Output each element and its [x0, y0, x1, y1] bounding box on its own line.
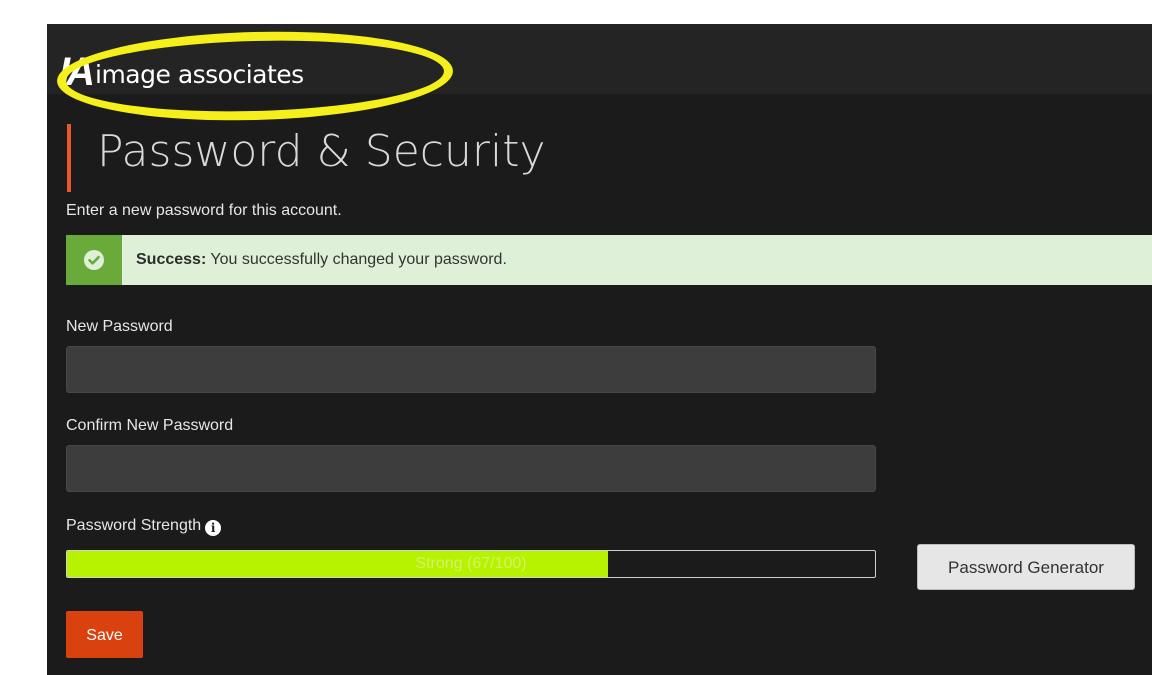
logo-text: image associates [95, 60, 304, 89]
alert-body: You successfully changed your password. [206, 251, 507, 268]
title-accent-bar [67, 124, 71, 192]
company-logo[interactable]: IA image associates [59, 50, 304, 94]
password-strength-meter: Strong (67/100) [66, 550, 876, 578]
save-button[interactable]: Save [66, 611, 143, 658]
new-password-label: New Password [66, 318, 173, 335]
confirm-password-label: Confirm New Password [66, 417, 234, 434]
page-intro-text: Enter a new password for this account. [66, 202, 342, 219]
password-strength-text: Strong (67/100) [415, 555, 527, 572]
password-generator-button[interactable]: Password Generator [917, 544, 1135, 590]
confirm-password-input[interactable] [66, 445, 876, 492]
alert-heading: Success: [136, 251, 207, 268]
logo-mark: IA [59, 50, 95, 94]
password-security-page: IA image associates Password & Security … [47, 24, 1152, 675]
info-icon[interactable]: i [205, 520, 222, 536]
top-bar: IA image associates [47, 24, 1152, 94]
password-strength-heading: Password Strength i [66, 515, 222, 537]
page-title: Password & Security [97, 126, 546, 177]
success-alert: Success: You successfully changed your p… [66, 235, 1152, 285]
alert-icon-container [66, 235, 122, 285]
password-strength-label: Password Strength [66, 517, 202, 534]
new-password-input[interactable] [66, 346, 876, 393]
check-circle-icon [84, 250, 104, 270]
alert-message: Success: You successfully changed your p… [136, 249, 507, 271]
